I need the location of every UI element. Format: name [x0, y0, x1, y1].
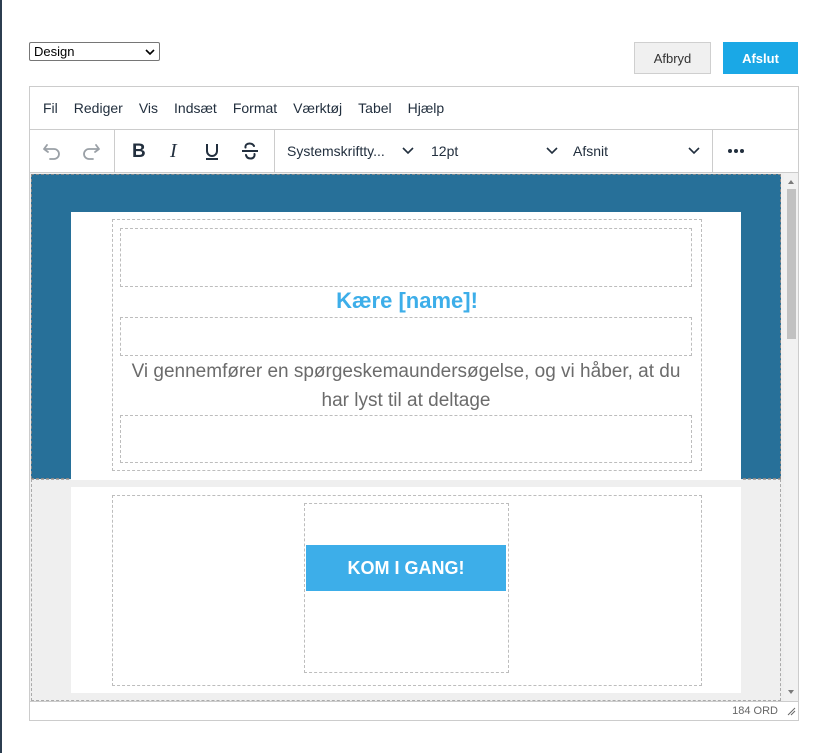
italic-icon: I	[169, 140, 178, 162]
content-scrollbar[interactable]	[784, 173, 798, 701]
underline-button[interactable]	[197, 138, 227, 164]
intro-paragraph[interactable]: Vi gennemfører en spørgeskemaundersøgels…	[120, 357, 692, 415]
history-group	[30, 130, 115, 172]
svg-text:I: I	[169, 140, 178, 162]
cancel-button-label: Afbryd	[653, 50, 692, 66]
chevron-down-icon	[688, 147, 700, 155]
font-family-select[interactable]: Systemskriftty...	[287, 138, 415, 164]
svg-text:B: B	[132, 141, 146, 162]
rich-text-editor: Fil Rediger Vis Indsæt Format Værktøj Ta…	[29, 86, 799, 721]
block-format-value: Afsnit	[573, 143, 609, 159]
chevron-down-icon	[145, 48, 155, 55]
scroll-down-icon[interactable]	[786, 687, 796, 697]
menu-view[interactable]: Vis	[131, 94, 166, 122]
scroll-up-icon[interactable]	[786, 177, 796, 187]
bold-button[interactable]: B	[124, 138, 154, 164]
menu-format[interactable]: Format	[225, 94, 285, 122]
spacer-block	[120, 228, 692, 287]
menu-tools[interactable]: Værktøj	[285, 94, 350, 122]
statusbar: 184 ORD	[30, 701, 798, 720]
more-button[interactable]	[721, 138, 751, 164]
greeting-heading[interactable]: Kære [name]!	[112, 288, 702, 314]
menu-help[interactable]: Hjælp	[400, 94, 453, 122]
menu-insert[interactable]: Indsæt	[166, 94, 225, 122]
undo-icon	[43, 144, 60, 160]
underline-icon	[206, 144, 218, 160]
toolbar: B I Systemskriftty... 12pt Afsnit	[30, 130, 798, 173]
get-started-button[interactable]: KOM I GANG!	[306, 545, 506, 591]
chevron-down-icon	[402, 147, 414, 155]
resize-handle-icon[interactable]	[786, 706, 796, 716]
block-group: Afsnit	[563, 130, 713, 172]
font-size-value: 12pt	[431, 143, 459, 159]
block-format-select[interactable]: Afsnit	[573, 138, 701, 164]
menu-file[interactable]: Fil	[35, 94, 66, 122]
spacer-block	[120, 415, 692, 463]
undo-button[interactable]	[37, 138, 67, 164]
more-icon	[728, 149, 744, 153]
cancel-button[interactable]: Afbryd	[634, 42, 711, 74]
editor-content[interactable]: Kære [name]! Vi gennemfører en spørgeske…	[30, 173, 798, 701]
get-started-label: KOM I GANG!	[347, 557, 465, 578]
finish-button[interactable]: Afslut	[723, 42, 798, 74]
menubar: Fil Rediger Vis Indsæt Format Værktøj Ta…	[30, 87, 798, 130]
font-family-value: Systemskriftty...	[287, 143, 385, 159]
redo-button[interactable]	[76, 138, 106, 164]
font-size-select[interactable]: 12pt	[431, 138, 559, 164]
menu-edit[interactable]: Rediger	[66, 94, 131, 122]
strikethrough-icon	[242, 142, 258, 160]
menu-table[interactable]: Tabel	[350, 94, 399, 122]
bold-icon: B	[132, 141, 146, 162]
format-group: B I	[115, 130, 275, 172]
scroll-thumb[interactable]	[787, 189, 796, 339]
strikethrough-button[interactable]	[235, 138, 265, 164]
chevron-down-icon	[546, 147, 558, 155]
word-count[interactable]: 184 ORD	[732, 705, 778, 717]
italic-button[interactable]: I	[160, 138, 190, 164]
mode-select[interactable]: Design	[29, 42, 160, 61]
mode-select-value: Design	[34, 44, 75, 59]
window-edge	[0, 0, 2, 753]
spacer-block	[120, 317, 692, 356]
finish-button-label: Afslut	[742, 50, 779, 66]
redo-icon	[83, 144, 100, 160]
